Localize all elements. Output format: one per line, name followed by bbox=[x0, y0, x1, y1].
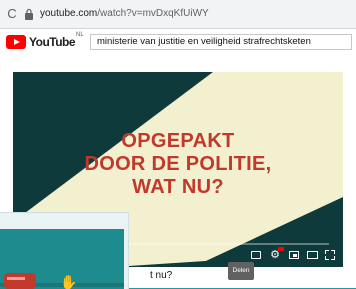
reload-icon[interactable]: C bbox=[4, 6, 20, 22]
headline-line-1: OPGEPAKT bbox=[121, 130, 235, 152]
browser-window: C youtube.com/watch?v=mvDxqKfUiWY YouTub… bbox=[0, 0, 356, 289]
fullscreen-icon[interactable] bbox=[325, 250, 335, 260]
lock-icon bbox=[25, 8, 33, 20]
url-field[interactable]: youtube.com/watch?v=mvDxqKfUiWY bbox=[40, 8, 209, 19]
youtube-header: YouTube NL ministerie van justitie en ve… bbox=[0, 29, 356, 55]
red-card-icon bbox=[4, 273, 36, 289]
youtube-logo-text: YouTube bbox=[29, 35, 76, 49]
hd-badge-icon bbox=[278, 247, 284, 251]
url-domain: youtube.com bbox=[40, 8, 98, 19]
miniplayer-icon[interactable] bbox=[289, 251, 299, 259]
video-headline: OPGEPAKT DOOR DE POLITIE, WAT NU? bbox=[13, 130, 343, 199]
settings-gear-icon[interactable]: ⚙ bbox=[269, 247, 284, 261]
overlay-thumbnail: ✋ bbox=[0, 212, 129, 289]
country-code: NL bbox=[76, 32, 84, 38]
search-input[interactable]: ministerie van justitie en veiligheid st… bbox=[90, 34, 352, 50]
subtitles-icon[interactable] bbox=[251, 251, 261, 259]
headline-line-2: DOOR DE POLITIE, bbox=[84, 153, 272, 175]
address-bar-row: C youtube.com/watch?v=mvDxqKfUiWY bbox=[0, 0, 356, 29]
url-path: /watch?v=mvDxqKfUiWY bbox=[97, 8, 209, 19]
theater-mode-icon[interactable] bbox=[307, 251, 318, 259]
video-title: t nu? bbox=[150, 270, 173, 281]
share-tooltip: Delen bbox=[228, 262, 254, 280]
youtube-play-icon bbox=[6, 35, 26, 49]
raised-hand-icon: ✋ bbox=[60, 274, 78, 289]
headline-line-3: WAT NU? bbox=[132, 176, 224, 198]
